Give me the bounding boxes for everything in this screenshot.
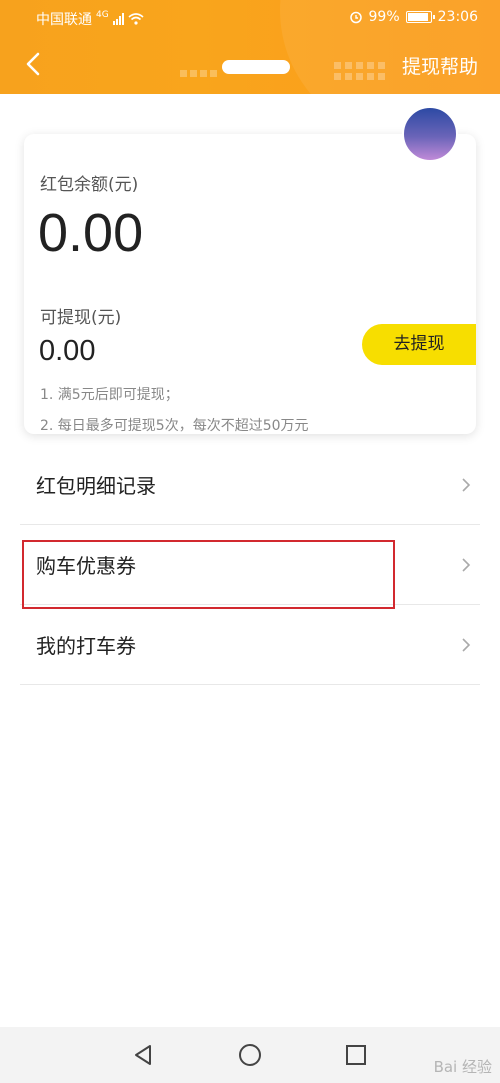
clock: 23:06 [437,9,478,25]
withdrawable-value: 0.00 [39,335,96,367]
wifi-icon [128,13,144,25]
menu-item-label: 红包明细记录 [36,474,156,498]
battery-icon [405,11,435,23]
chevron-right-icon [462,638,471,652]
chevron-right-icon [462,558,471,572]
menu-item-taxi-coupons[interactable]: 我的打车券 [20,605,480,685]
carrier-label: 中国联通 [36,12,92,28]
status-bar: 中国联通 4G 99% 23:06 [0,0,500,34]
chevron-left-icon[interactable] [18,48,50,80]
withdraw-rule: 1. 满5元后即可提现； [40,387,179,403]
system-nav-bar: Bai 经验 [0,1027,500,1083]
menu-item-red-packet-records[interactable]: 红包明细记录 [20,445,480,525]
menu-item-label: 我的打车券 [36,634,136,658]
nav-bar: 提现帮助 [0,40,500,90]
network-type: 4G [96,10,109,20]
home-circle-icon[interactable] [238,1043,262,1067]
avatar[interactable] [402,106,458,162]
withdraw-rule: 2. 每日最多可提现5次，每次不超过50万元 [40,418,309,434]
app-header: 中国联通 4G 99% 23:06 提现帮助 [0,0,500,94]
battery-percent: 99% [368,9,400,25]
highlight-box [22,540,395,609]
wallet-card: 红包余额(元) 0.00 可提现(元) 0.00 去提现 1. 满5元后即可提现… [24,134,476,434]
chevron-right-icon [462,478,471,492]
page-title-redacted [222,60,290,74]
balance-value: 0.00 [38,203,144,263]
watermark: Bai 经验 [433,1058,492,1076]
recents-square-icon[interactable] [344,1043,368,1067]
balance-label: 红包余额(元) [40,175,139,195]
withdraw-button[interactable]: 去提现 [362,324,476,365]
back-triangle-icon[interactable] [131,1043,155,1067]
withdraw-help-link[interactable]: 提现帮助 [402,52,478,79]
withdrawable-label: 可提现(元) [40,308,122,328]
signal-icon [112,13,124,25]
alarm-icon [349,11,362,24]
